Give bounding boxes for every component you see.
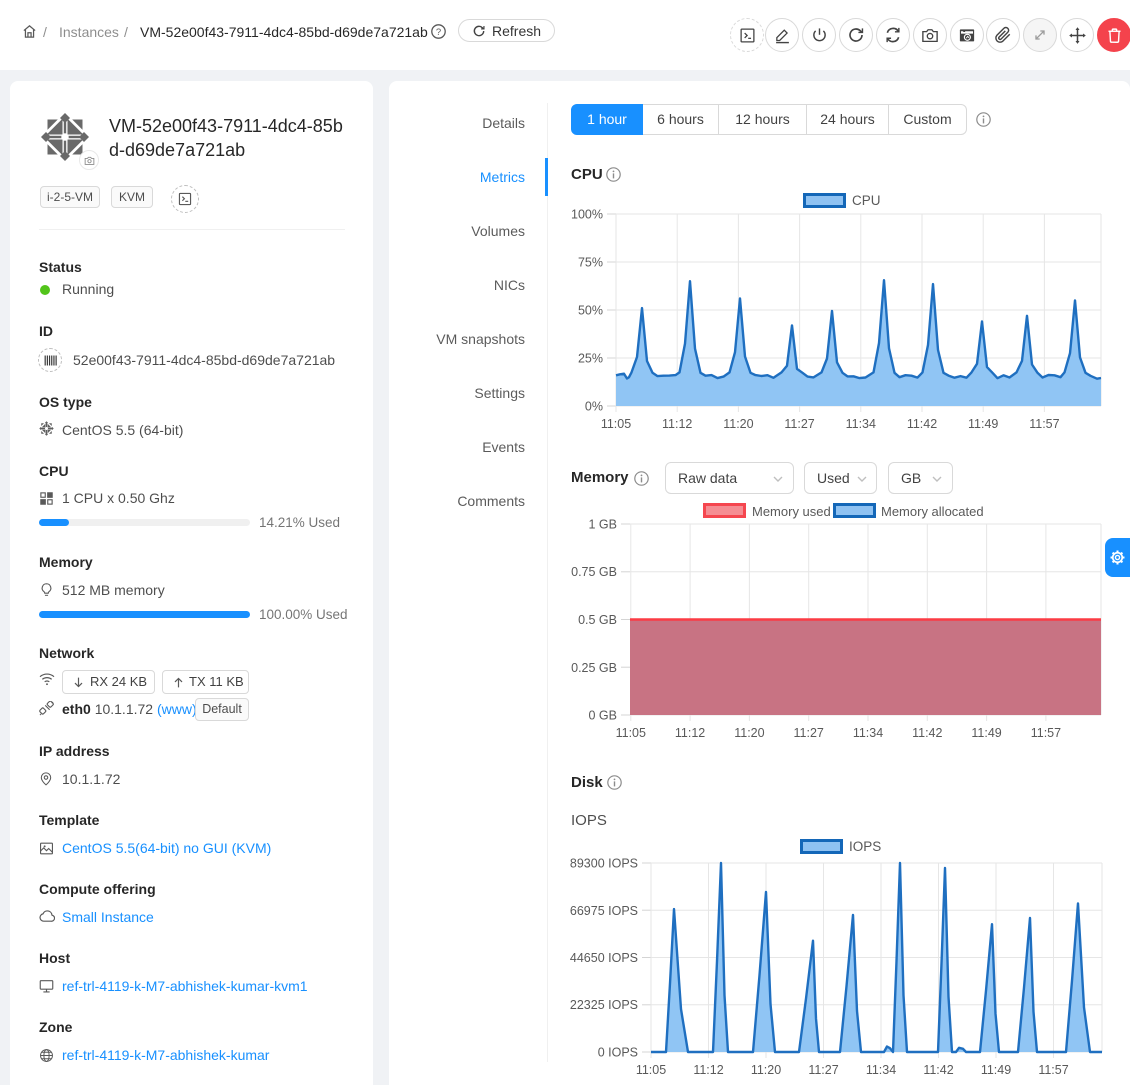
svg-text:11:57: 11:57 — [1038, 1063, 1068, 1077]
svg-text:11:20: 11:20 — [751, 1063, 781, 1077]
svg-text:11:34: 11:34 — [846, 417, 876, 431]
svg-text:11:57: 11:57 — [1029, 417, 1059, 431]
svg-text:11:12: 11:12 — [675, 726, 705, 740]
svg-text:0.25 GB: 0.25 GB — [571, 661, 617, 675]
svg-text:11:42: 11:42 — [907, 417, 937, 431]
svg-text:11:05: 11:05 — [636, 1063, 666, 1077]
svg-text:66975 IOPS: 66975 IOPS — [570, 904, 638, 918]
svg-text:22325 IOPS: 22325 IOPS — [570, 998, 638, 1012]
svg-text:0.75 GB: 0.75 GB — [571, 565, 617, 579]
svg-text:11:20: 11:20 — [723, 417, 753, 431]
svg-text:11:49: 11:49 — [968, 417, 998, 431]
svg-text:11:27: 11:27 — [794, 726, 824, 740]
svg-text:50%: 50% — [578, 304, 603, 318]
svg-text:0%: 0% — [585, 400, 603, 414]
svg-text:1 GB: 1 GB — [589, 518, 618, 532]
svg-text:0.5 GB: 0.5 GB — [578, 613, 617, 627]
svg-text:75%: 75% — [578, 256, 603, 270]
svg-text:25%: 25% — [578, 352, 603, 366]
svg-text:11:12: 11:12 — [693, 1063, 723, 1077]
svg-text:89300 IOPS: 89300 IOPS — [570, 857, 638, 871]
svg-text:11:12: 11:12 — [662, 417, 692, 431]
svg-text:11:42: 11:42 — [912, 726, 942, 740]
svg-text:11:05: 11:05 — [616, 726, 646, 740]
svg-text:100%: 100% — [571, 208, 603, 222]
svg-text:44650 IOPS: 44650 IOPS — [570, 951, 638, 965]
svg-text:?: ? — [436, 27, 441, 38]
svg-text:11:49: 11:49 — [981, 1063, 1011, 1077]
svg-text:11:57: 11:57 — [1031, 726, 1061, 740]
svg-text:0 GB: 0 GB — [589, 709, 618, 723]
svg-text:11:49: 11:49 — [971, 726, 1001, 740]
svg-text:11:20: 11:20 — [734, 726, 764, 740]
svg-text:11:27: 11:27 — [784, 417, 814, 431]
svg-text:11:34: 11:34 — [866, 1063, 896, 1077]
svg-text:11:34: 11:34 — [853, 726, 883, 740]
svg-text:0 IOPS: 0 IOPS — [598, 1046, 638, 1060]
svg-text:11:05: 11:05 — [601, 417, 631, 431]
svg-text:11:27: 11:27 — [808, 1063, 838, 1077]
svg-text:11:42: 11:42 — [923, 1063, 953, 1077]
